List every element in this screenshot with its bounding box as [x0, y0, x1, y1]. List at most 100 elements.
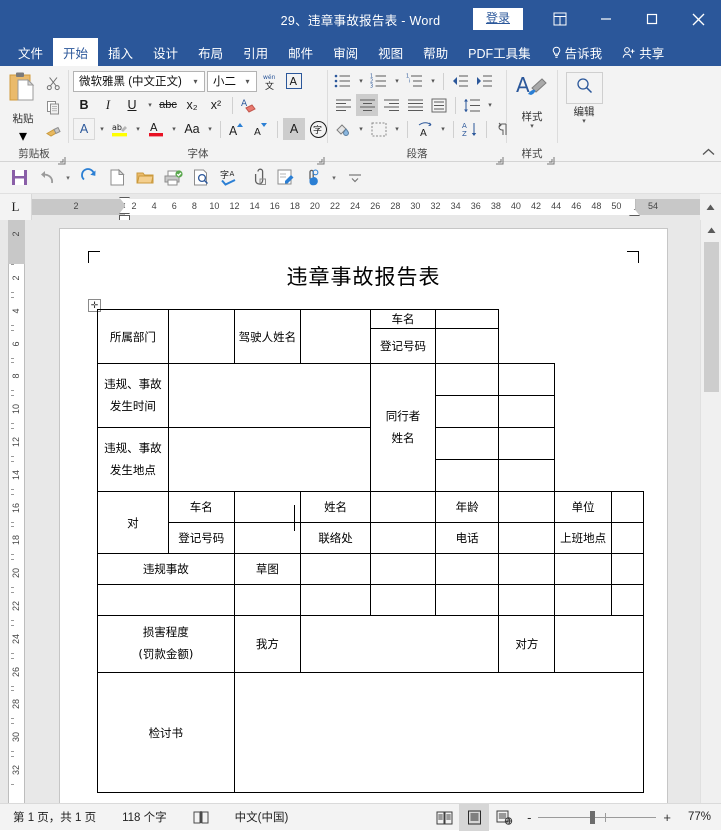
text-effects-caret-icon[interactable]: ▾ — [97, 125, 107, 133]
cell-our-side-label[interactable]: 我方 — [233, 615, 302, 673]
cell-department-label[interactable]: 所属部门 — [97, 309, 169, 364]
scroll-up-button[interactable] — [700, 194, 721, 220]
cell-sketch-b7[interactable] — [610, 584, 645, 616]
cell-sketch-a2[interactable] — [369, 553, 437, 585]
scroll-up-button[interactable] — [701, 220, 721, 241]
table-row[interactable] — [97, 584, 645, 616]
sign-in-button[interactable]: 登录 — [472, 7, 523, 31]
vertical-scrollbar[interactable] — [700, 220, 721, 803]
cell-op-name-value[interactable] — [369, 491, 437, 523]
format-painter-icon[interactable] — [42, 121, 64, 142]
cell-violation-place-label[interactable]: 违规、事故 发生地点 — [97, 427, 169, 492]
print-icon[interactable] — [160, 165, 186, 191]
cell-sketch-a4[interactable] — [498, 553, 556, 585]
paste-button[interactable]: 粘贴 ▾ — [4, 69, 42, 146]
page-indicator[interactable]: 第 1 页，共 1 页 — [0, 809, 109, 825]
align-left-icon[interactable] — [332, 94, 354, 116]
cell-companion-2a[interactable] — [435, 395, 500, 428]
horizontal-ruler[interactable]: 2 54 2 4 6 8 10 12 14 16 18 20 22 24 26 28 30 32 34 36 38 4… — [32, 194, 700, 220]
violation-report-table[interactable]: 所属部门 驾驶人姓名 车名 登记号码 违规、事故 发生时间 同行者 姓名 违规、… — [97, 309, 645, 793]
table-row[interactable]: 损害程度 (罚款金额) 我方 对方 — [97, 615, 644, 673]
cell-companion-4a[interactable] — [435, 459, 500, 492]
vertical-ruler[interactable]: 2 2 4 6 8 10 12 14 16 18 20 22 24 26 28 30 32 — [0, 220, 32, 803]
align-right-icon[interactable] — [380, 94, 402, 116]
cell-review-letter-value[interactable] — [233, 672, 645, 793]
cell-op-phone-label[interactable]: 电话 — [435, 522, 500, 554]
superscript-button[interactable]: x² — [205, 94, 227, 116]
web-layout-icon[interactable] — [489, 804, 519, 831]
attach-icon[interactable] — [244, 165, 270, 191]
change-case-button[interactable]: Aa — [181, 118, 203, 140]
new-document-icon[interactable] — [104, 165, 130, 191]
cell-vehicle-name-label[interactable]: 车名 — [369, 309, 437, 329]
tab-share[interactable]: 共享 — [612, 38, 674, 66]
cell-companion-4b[interactable] — [498, 459, 556, 492]
chinese-layout-icon[interactable]: A — [413, 118, 436, 140]
chevron-down-icon[interactable]: ▾ — [189, 77, 202, 86]
dialog-launcher-icon[interactable] — [495, 152, 504, 165]
cell-sketch-a1[interactable] — [300, 553, 371, 585]
cell-department-value[interactable] — [167, 309, 235, 364]
cell-driver-name-label[interactable]: 驾驶人姓名 — [233, 309, 302, 364]
numbering-caret-icon[interactable]: ▾ — [392, 77, 402, 85]
redo-icon[interactable] — [76, 165, 102, 191]
line-spacing-icon[interactable] — [461, 94, 483, 116]
font-size-combo[interactable]: 小二 ▾ — [207, 70, 257, 92]
collapse-ribbon-icon[interactable] — [702, 148, 715, 159]
table-row[interactable]: 违规事故 草图 — [97, 553, 645, 585]
document-heading[interactable]: 违章事故报告表 — [60, 261, 667, 291]
tab-design[interactable]: 设计 — [143, 38, 188, 66]
cell-op-reg-no-label[interactable]: 登记号码 — [167, 522, 235, 554]
chevron-down-icon[interactable]: ▾ — [241, 77, 254, 86]
subscript-button[interactable]: x₂ — [181, 94, 203, 116]
cell-sketch-b0[interactable] — [97, 584, 235, 616]
touch-caret-icon[interactable]: ▾ — [328, 165, 340, 191]
font-color-caret-icon[interactable]: ▾ — [169, 125, 179, 133]
zoom-thumb[interactable] — [590, 810, 596, 824]
read-mode-icon[interactable] — [429, 804, 459, 831]
change-case-caret-icon[interactable]: ▾ — [205, 125, 215, 133]
phonetic-guide-icon[interactable]: wén 文 — [259, 70, 281, 92]
multilevel-caret-icon[interactable]: ▾ — [428, 77, 438, 85]
underline-button[interactable]: U — [121, 94, 143, 116]
cell-damage-label[interactable]: 损害程度 (罚款金额) — [97, 615, 235, 673]
cell-other-party-label[interactable]: 对 — [97, 491, 169, 554]
font-name-combo[interactable]: 微软雅黑 (中文正文) ▾ — [73, 70, 205, 92]
open-folder-icon[interactable] — [132, 165, 158, 191]
cell-violation-place-value[interactable] — [167, 427, 372, 492]
cell-sketch-label[interactable]: 草图 — [233, 553, 302, 585]
align-center-icon[interactable] — [356, 94, 378, 116]
zoom-track[interactable] — [538, 810, 657, 824]
cell-registration-no-value[interactable] — [435, 328, 500, 364]
dialog-launcher-icon[interactable] — [546, 152, 555, 165]
cell-op-name-label[interactable]: 姓名 — [300, 491, 371, 523]
cell-companion-1b[interactable] — [498, 363, 556, 396]
cell-violation-time-label[interactable]: 违规、事故 发生时间 — [97, 363, 169, 428]
cell-companion-1a[interactable] — [435, 363, 500, 396]
dialog-launcher-icon[interactable] — [57, 152, 66, 165]
table-row[interactable]: 检讨书 — [97, 672, 645, 793]
font-color-button[interactable]: A — [145, 118, 167, 140]
cell-sketch-b5[interactable] — [498, 584, 556, 616]
undo-icon[interactable] — [34, 165, 60, 191]
scissors-icon[interactable] — [42, 73, 64, 94]
tab-insert[interactable]: 插入 — [98, 38, 143, 66]
cell-op-reg-no-value[interactable] — [233, 522, 302, 554]
cell-op-phone-value[interactable] — [498, 522, 556, 554]
table-row[interactable]: 所属部门 驾驶人姓名 车名 — [97, 309, 644, 364]
ribbon-display-options-icon[interactable] — [537, 0, 583, 38]
cell-sketch-b4[interactable] — [435, 584, 500, 616]
character-shading-button[interactable]: A — [283, 118, 305, 140]
cell-sketch-b1[interactable] — [233, 584, 302, 616]
increase-indent-icon[interactable] — [473, 70, 495, 92]
enclose-characters-button[interactable]: 字 — [307, 118, 330, 140]
close-icon[interactable] — [675, 0, 721, 38]
paste-dropdown-caret-icon[interactable]: ▾ — [19, 126, 27, 146]
cell-companion-label[interactable]: 同行者 姓名 — [369, 363, 437, 492]
editing-button[interactable]: 编辑 ▾ — [562, 69, 606, 125]
shading-caret-icon[interactable]: ▾ — [356, 125, 366, 133]
tab-tell-me[interactable]: 告诉我 — [541, 38, 613, 66]
table-row[interactable]: 对 车名 姓名 年龄 单位 — [97, 491, 645, 554]
decrease-indent-icon[interactable] — [449, 70, 471, 92]
cell-sketch-b6[interactable] — [554, 584, 612, 616]
